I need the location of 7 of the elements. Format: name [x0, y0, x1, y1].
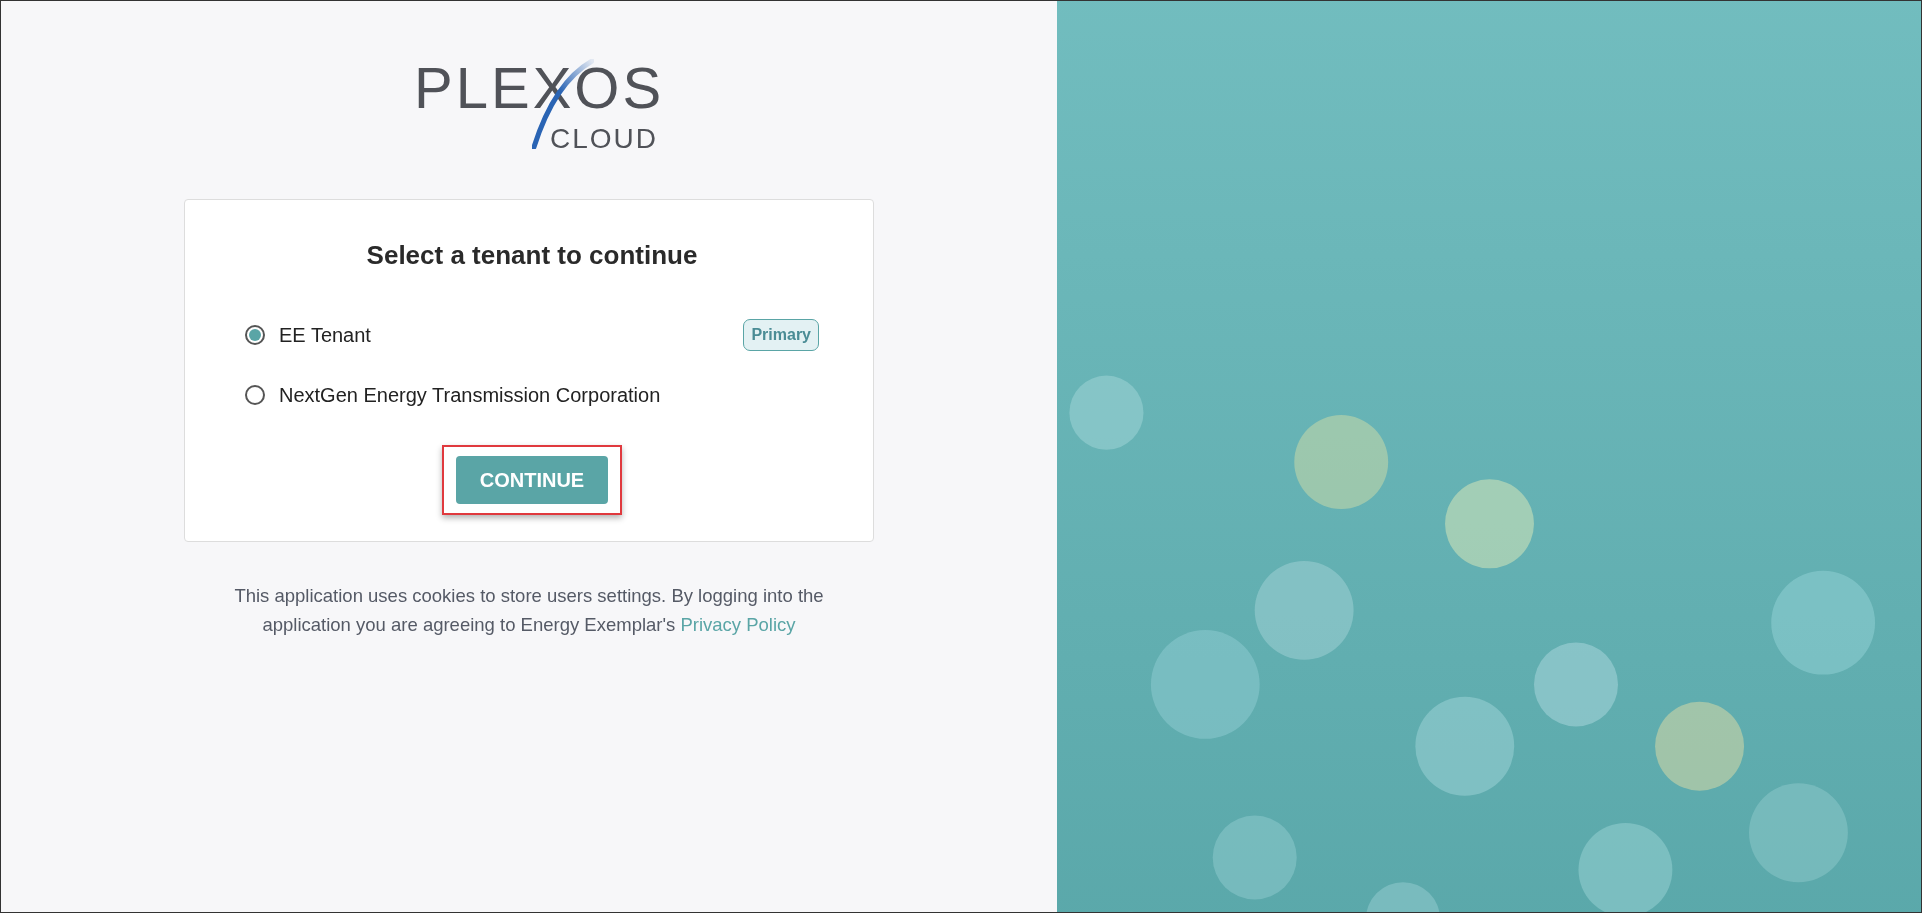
primary-badge: Primary [743, 319, 819, 351]
radio-button[interactable] [245, 385, 265, 405]
cookie-notice: This application uses cookies to store users settings. By logging into the application you are agreeing to Energy Exemplar's Privacy Policy [233, 584, 825, 637]
tenant-label[interactable]: EE Tenant [279, 320, 371, 350]
radio-button[interactable] [245, 325, 265, 345]
card-title: Select a tenant to continue [365, 239, 699, 272]
tenant-label[interactable]: NextGen Energy Transmission Corporation [279, 380, 661, 410]
